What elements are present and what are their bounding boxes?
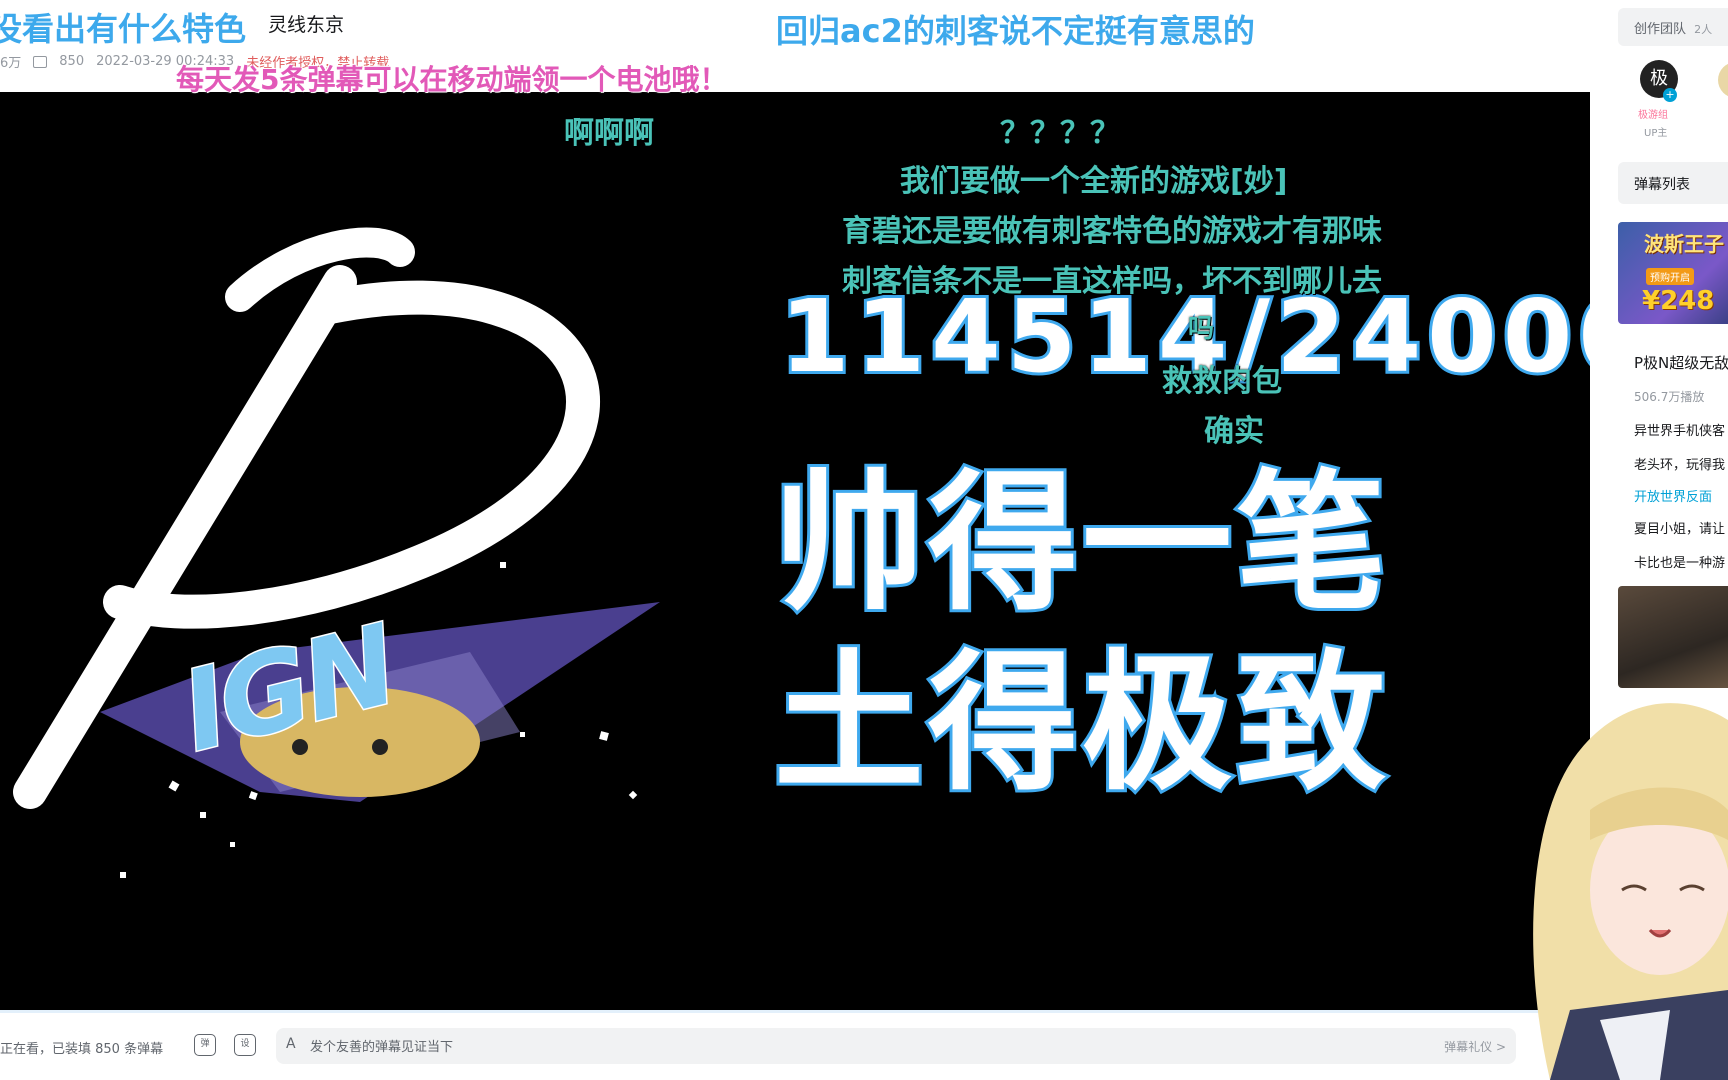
ad-title: 波斯王子: [1644, 232, 1724, 256]
page: 灵线东京 6万 850 2022-03-29 00:24:33 未经作者授权，禁…: [0, 0, 1728, 1080]
danmaku-list-header[interactable]: 弹幕列表 ⋮: [1618, 162, 1728, 204]
up-role: UP主: [1644, 128, 1668, 139]
danmaku-etiquette-link[interactable]: 弹幕礼仪 >: [1444, 1038, 1506, 1055]
recommend-video-views: 506.7万播放: [1634, 390, 1705, 404]
recommend-list-item[interactable]: 异世界手机侠客: [1634, 420, 1725, 439]
ad-price: ¥248: [1642, 286, 1715, 316]
danmaku-count-icon: [33, 55, 48, 68]
progress-bar[interactable]: [0, 1010, 1590, 1013]
creator-team-label: 创作团队 2人: [1634, 18, 1712, 37]
recommend-list-item[interactable]: 夏目小姐，请让: [1634, 518, 1725, 537]
danmaku-item: 每天发5条弹幕可以在移动端领一个电池哦！: [176, 63, 728, 96]
danmaku-item: ？？？？: [1000, 116, 1120, 151]
danmaku-list-label: 弹幕列表: [1634, 177, 1690, 193]
video-player[interactable]: IGN 114514/240000 帅得一笔 土得极致 啊啊啊 ？？？？ 我们要…: [0, 92, 1590, 1012]
recommend-list-item[interactable]: 老头环，玩得我: [1634, 454, 1725, 473]
danmaku-item: 救救肉包: [1162, 364, 1282, 399]
creator-team-header[interactable]: 创作团队 2人: [1618, 8, 1728, 46]
danmaku-input-box[interactable]: A 弹幕礼仪 >: [276, 1028, 1516, 1066]
danmaku-item: 吗: [1188, 314, 1215, 344]
danmaku-item: 没看出有什么特色: [0, 10, 247, 48]
logo-letter-p-bowl: [103, 280, 600, 629]
creator-team-text: 创作团队: [1634, 22, 1687, 37]
viewer-status: 正在看，已装填 850 条弹幕: [0, 1042, 164, 1057]
danmaku-item: 啊啊啊: [564, 116, 654, 151]
danmaku-item: 刺客信条不是一直这样吗，坏不到哪儿去: [842, 264, 1382, 299]
follow-plus-icon[interactable]: +: [1663, 88, 1677, 102]
ad-banner[interactable]: 波斯王子 预购开启 ¥248: [1618, 222, 1728, 324]
danmaku-settings-button[interactable]: 设: [234, 1034, 256, 1056]
view-count: 6万: [0, 56, 22, 71]
danmaku-item: 育碧还是要做有刺客特色的游戏才有那味: [842, 214, 1382, 249]
danmaku-count: 850: [59, 54, 85, 69]
video-title-text: 灵线东京: [268, 14, 345, 36]
big-danmaku-line2: 土得极致: [771, 634, 1391, 814]
recommend-list-item[interactable]: 卡比也是一种游: [1634, 552, 1725, 571]
up-name[interactable]: 极游组: [1638, 106, 1668, 121]
avatar-secondary[interactable]: [1718, 62, 1728, 98]
danmaku-toggle-button[interactable]: 弹: [194, 1034, 216, 1056]
creator-team-count: 2人: [1694, 23, 1713, 36]
font-style-icon[interactable]: A: [286, 1036, 296, 1052]
danmaku-item: 我们要做一个全新的游戏[妙]: [900, 164, 1288, 199]
character-eye-right: [372, 739, 388, 755]
danmaku-send-bar: 正在看，已装填 850 条弹幕 弹 设 A 弹幕礼仪 >: [0, 1016, 1590, 1080]
recommend-thumbnail[interactable]: [1618, 586, 1728, 688]
vtuber-avatar-overlay: [1533, 703, 1728, 1080]
danmaku-input[interactable]: [308, 1028, 1312, 1066]
danmaku-item: 确实: [1204, 414, 1264, 449]
danmaku-item: 回归ac2的刺客说不定挺有意思的: [776, 12, 1255, 50]
recommend-video-title[interactable]: P极N超级无敌: [1634, 352, 1728, 373]
recommend-list-item[interactable]: 开放世界反面: [1634, 486, 1712, 505]
ad-badge: 预购开启: [1646, 268, 1694, 285]
